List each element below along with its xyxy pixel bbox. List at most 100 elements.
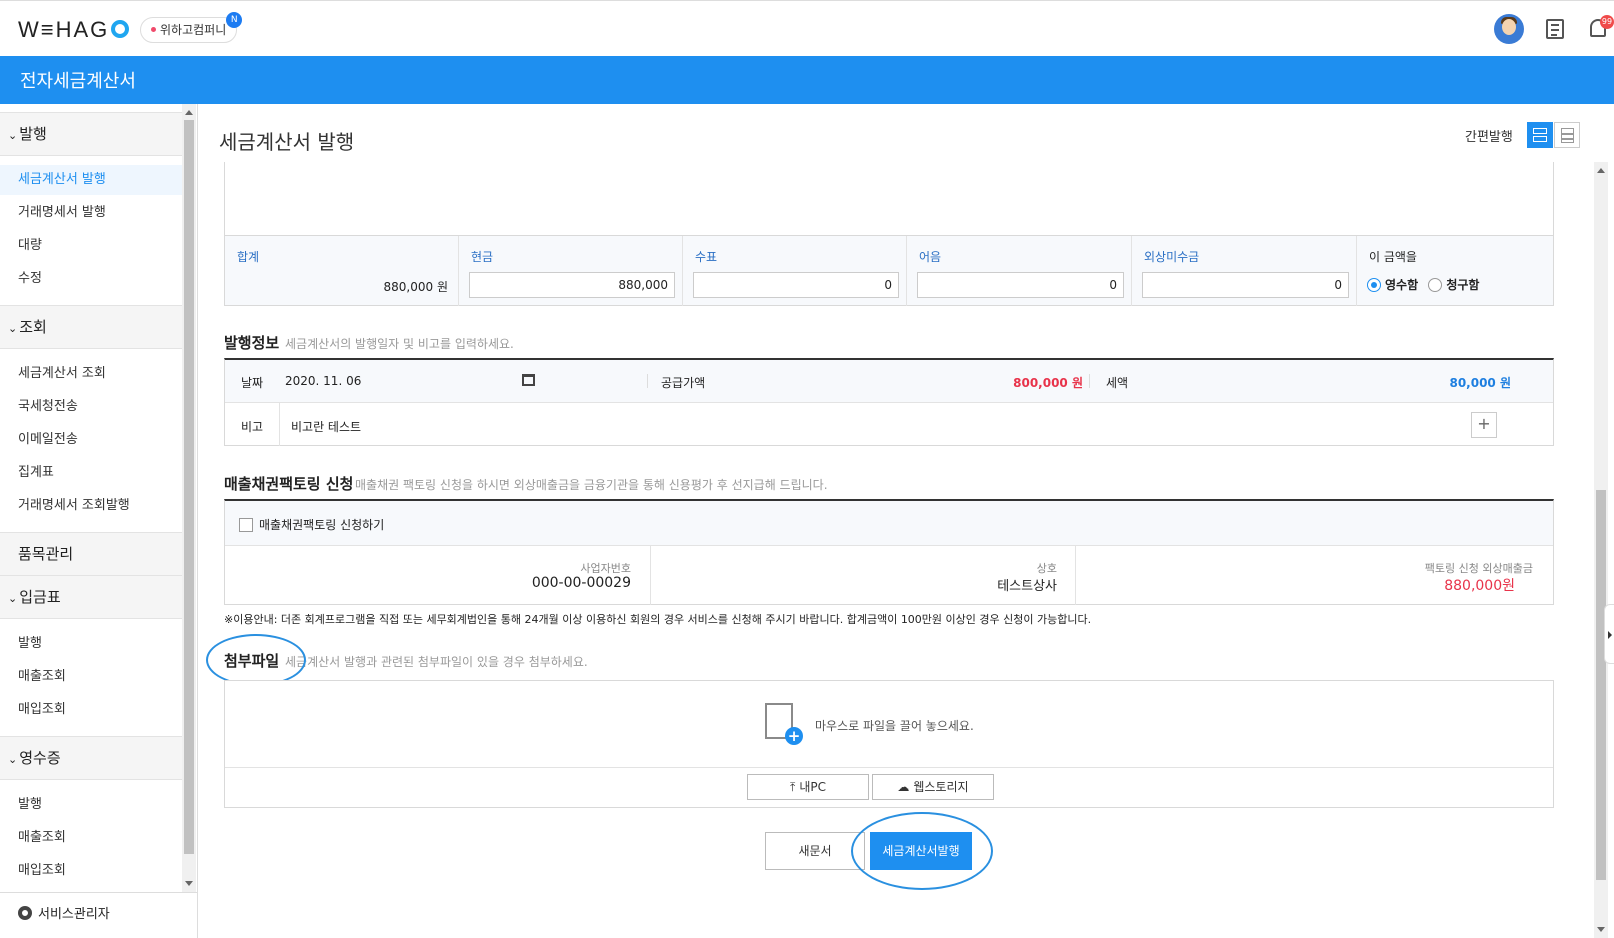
tax-value: 80,000 원	[1449, 376, 1511, 390]
sidebar-item-bulk[interactable]: 대량	[0, 231, 182, 261]
app-title: 전자세금계산서	[20, 71, 136, 92]
side-panel-toggle[interactable]	[1604, 604, 1614, 664]
receipt-radio[interactable]: 영수함	[1367, 278, 1418, 292]
attachment-title: 첨부파일	[224, 652, 280, 670]
scroll-down-icon[interactable]	[185, 881, 193, 886]
factoring-checkbox[interactable]: 매출채권팩토링 신청하기	[239, 516, 384, 533]
date-label: 날짜	[241, 376, 264, 390]
sidebar-section-receipt[interactable]: ⌄ 영수증	[0, 736, 182, 780]
credit-label: 외상미수금	[1144, 250, 1200, 264]
issue-invoice-button[interactable]: 세금계산서발행	[870, 832, 972, 870]
sidebar-scrollbar[interactable]	[182, 104, 196, 892]
credit-input[interactable]: 0	[1142, 272, 1349, 298]
sidebar-item-receipt-issue[interactable]: 발행	[0, 790, 182, 820]
cloud-icon: ☁	[897, 780, 910, 794]
supply-amount-value: 800,000 원	[1013, 376, 1083, 390]
note-input[interactable]: 0	[917, 272, 1124, 298]
new-badge: N	[226, 12, 243, 28]
factoring-desc: 매출채권 팩토링 신청을 하시면 외상매출금을 금융기관을 통해 신용평가 후 …	[355, 478, 828, 492]
sidebar-item-receipt-sales[interactable]: 매출조회	[0, 823, 182, 853]
scroll-up-icon[interactable]	[1597, 168, 1605, 173]
new-document-button[interactable]: 새문서	[765, 832, 865, 870]
sidebar-item-invoice-inquiry[interactable]: 세금계산서 조회	[0, 359, 182, 389]
sidebar-item-statement-inquiry[interactable]: 거래명세서 조회발행	[0, 491, 182, 521]
table-view-button[interactable]	[1554, 122, 1580, 148]
factoring-table: 매출채권팩토링 신청하기 사업자번호 000-00-00029 상호 테스트상사…	[224, 499, 1554, 605]
card-view-button[interactable]	[1527, 122, 1553, 148]
sidebar-section-inquiry[interactable]: ⌄ 조회	[0, 305, 182, 349]
issue-info-title: 발행정보	[224, 334, 280, 352]
avatar[interactable]	[1494, 14, 1524, 44]
note-column: 어음 0	[907, 236, 1132, 306]
scroll-down-icon[interactable]	[1597, 927, 1605, 932]
scroll-content: 합계 880,000 원 현금 880,000 수표 0 어음 0 외상미수금 …	[199, 162, 1594, 938]
top-bar: W≡HAG 위하고컴퍼니 N 99	[0, 0, 1614, 56]
credit-column: 외상미수금 0	[1132, 236, 1357, 306]
cash-label: 현금	[471, 250, 494, 264]
check-input[interactable]: 0	[693, 272, 899, 298]
page-title: 세금계산서 발행	[219, 130, 355, 154]
notification-badge: 99	[1600, 15, 1614, 29]
service-admin-link[interactable]: 서비스관리자	[0, 892, 197, 938]
app-header: 전자세금계산서	[0, 56, 1614, 104]
sidebar-item-nts-transmission[interactable]: 국세청전송	[0, 392, 182, 422]
company-selector[interactable]: 위하고컴퍼니 N	[140, 12, 243, 43]
supply-amount-label: 공급가액	[661, 376, 706, 390]
logo-circle-icon	[111, 20, 130, 38]
issue-info-desc: 세금계산서의 발행일자 및 비고를 입력하세요.	[285, 337, 514, 351]
sidebar-item-statement-issue[interactable]: 거래명세서 발행	[0, 198, 182, 228]
date-input[interactable]: 2020. 11. 06	[285, 374, 361, 388]
factoring-title: 매출채권팩토링 신청	[224, 475, 354, 493]
claim-radio[interactable]: 청구함	[1428, 278, 1479, 292]
company-name: 위하고컴퍼니	[160, 23, 227, 37]
calendar-icon[interactable]	[522, 374, 535, 386]
sidebar: ⌄ 발행 세금계산서 발행 거래명세서 발행 대량 수정 ⌄ 조회 세금계산서 조회…	[0, 104, 198, 938]
chevron-down-icon: ⌄	[8, 753, 18, 766]
remark-input[interactable]: 비고란 테스트	[291, 418, 361, 435]
cash-input[interactable]: 880,000	[469, 272, 675, 298]
upload-icon: ⤒	[790, 780, 796, 794]
sidebar-item-receipt-purchase[interactable]: 매입조회	[0, 856, 182, 876]
sidebar-item-email-transmission[interactable]: 이메일전송	[0, 425, 182, 455]
scroll-up-icon[interactable]	[185, 110, 193, 115]
main-panel: 세금계산서 발행 간편발행 합계 880,000 원 현금 880,000 수표…	[199, 104, 1614, 938]
check-label: 수표	[695, 250, 718, 264]
remark-label: 비고	[241, 420, 264, 434]
check-column: 수표 0	[683, 236, 907, 306]
my-pc-button[interactable]: ⤒ 내PC	[747, 774, 869, 800]
receipt-radio-group: 영수함 청구함	[1367, 276, 1479, 293]
company-value: 테스트상사	[997, 579, 1057, 594]
sidebar-item-modify[interactable]: 수정	[0, 264, 182, 294]
main-scrollbar[interactable]	[1594, 162, 1608, 938]
total-label: 합계	[237, 250, 260, 264]
sidebar-item-deposit-sales[interactable]: 매출조회	[0, 662, 182, 692]
sidebar-section-items[interactable]: 품목관리	[0, 532, 182, 576]
tax-label: 세액	[1106, 376, 1129, 390]
sidebar-section-deposit[interactable]: ⌄ 입금표	[0, 575, 182, 619]
attachment-dropzone[interactable]: + 마우스로 파일을 끌어 놓으세요. ⤒ 내PC ☁ 웹스토리지	[224, 680, 1554, 808]
sidebar-item-deposit-issue[interactable]: 발행	[0, 629, 182, 659]
sidebar-item-summary[interactable]: 집계표	[0, 458, 182, 488]
checkbox-icon	[239, 518, 253, 532]
issue-info-table: 날짜 2020. 11. 06 공급가액 800,000 원 세액 80,000…	[224, 358, 1554, 446]
sidebar-section-issue[interactable]: ⌄ 발행	[0, 112, 182, 156]
note-label: 어음	[919, 250, 942, 264]
sidebar-item-deposit-purchase[interactable]: 매입조회	[0, 695, 182, 725]
radio-checked-icon	[1367, 278, 1381, 292]
company-label: 상호	[1036, 562, 1057, 575]
status-dot-icon	[151, 27, 156, 32]
factoring-amount-value: 880,000원	[1444, 578, 1515, 594]
sidebar-item-tax-invoice-issue[interactable]: 세금계산서 발행	[0, 165, 182, 195]
web-storage-button[interactable]: ☁ 웹스토리지	[872, 774, 994, 800]
wehago-logo[interactable]: W≡HAG	[18, 17, 130, 43]
payment-row: 합계 880,000 원 현금 880,000 수표 0 어음 0 외상미수금 …	[224, 236, 1554, 306]
drop-text: 마우스로 파일을 끌어 놓으세요.	[815, 719, 974, 733]
biz-no-label: 사업자번호	[580, 562, 631, 575]
document-icon[interactable]	[1546, 19, 1564, 39]
radio-unchecked-icon	[1428, 278, 1443, 292]
usage-notice: ※이용안내: 더존 회계프로그램을 직접 또는 세무회계법인을 통해 24개월 …	[224, 613, 1092, 626]
factoring-amount-label: 팩토링 신청 외상매출금	[1424, 562, 1533, 575]
item-table-remainder	[224, 162, 1554, 236]
biz-no-value: 000-00-00029	[531, 575, 631, 591]
add-remark-button[interactable]: +	[1471, 412, 1497, 438]
